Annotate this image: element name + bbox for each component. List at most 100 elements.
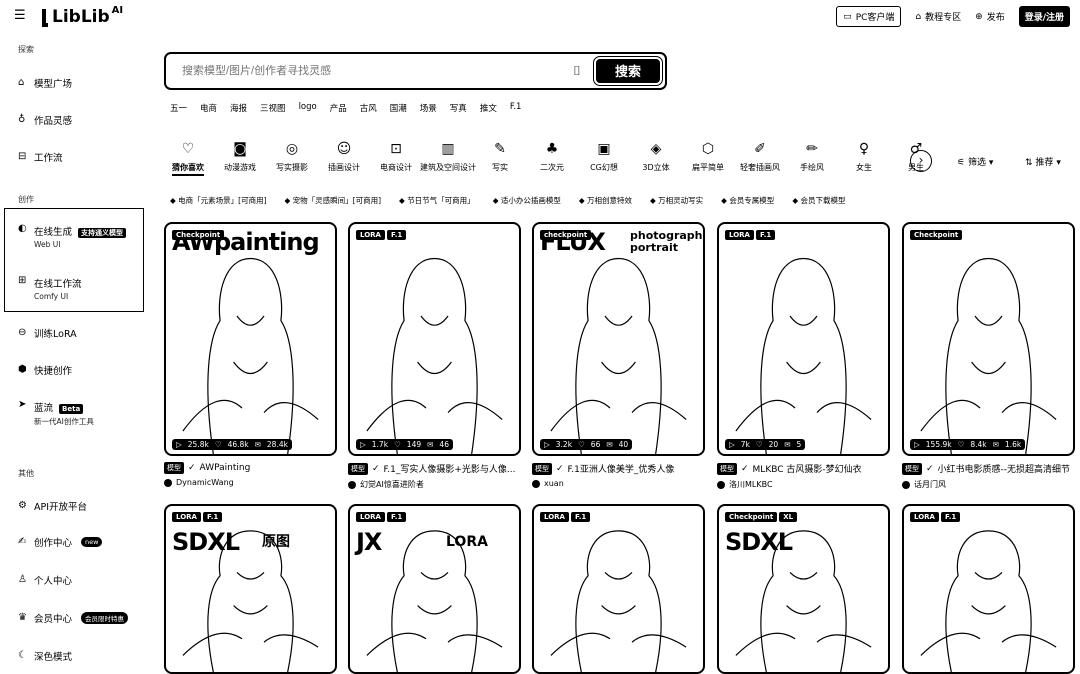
tab-label: 建筑及空间设计 <box>420 163 476 172</box>
tab-category[interactable]: ◙ 动漫游戏 <box>214 142 266 176</box>
tab-category[interactable]: ✎ 写实 <box>474 142 526 176</box>
topic-label: 万相灵动写实 <box>658 196 704 205</box>
topic-link[interactable]: ◆ 万相灵动写实 <box>650 195 703 206</box>
topic-link[interactable]: ◆ 适小办公插画模型 <box>493 195 561 206</box>
search-button[interactable]: 搜索 <box>593 56 663 86</box>
tutorial-link[interactable]: ⌂ 教程专区 <box>915 10 961 24</box>
hot-tag[interactable]: 海报 <box>230 102 247 114</box>
model-card[interactable]: Checkpoint XL SDXL <box>717 504 890 674</box>
chevron-right-icon[interactable]: › <box>910 150 932 172</box>
search-bar: ⌷ 搜索 <box>164 52 667 90</box>
card-title[interactable]: F.1亚洲人像美学_优秀人像 <box>568 462 675 475</box>
topic-link[interactable]: ◆ 电商「元素场景」[可商用] <box>170 195 267 206</box>
tab-category[interactable]: ✏ 手绘风 <box>786 142 838 176</box>
sidebar-item-online-gen[interactable]: ◐ 在线生成 支持通义模型 Web UI <box>18 224 127 249</box>
author-name[interactable]: 洛川MLKBC <box>729 479 773 490</box>
sidebar-item-label: 在线生成 <box>34 227 73 238</box>
model-card[interactable]: LORA F.1 <box>902 504 1075 674</box>
tab-category[interactable]: ◈ 3D立体 <box>630 142 682 176</box>
avatar[interactable] <box>717 480 725 489</box>
tab-category[interactable]: ✐ 轻奢插画风 <box>734 142 786 176</box>
hot-tag[interactable]: 产品 <box>330 102 347 114</box>
hot-tag[interactable]: 写真 <box>450 102 467 114</box>
topic-link[interactable]: ◆ 宠物「灵感瞬间」[可商用] <box>285 195 382 206</box>
sidebar-item-train-lora[interactable]: ⊖ 训练LoRA <box>18 326 77 341</box>
model-card[interactable]: LORA F.1 ▷ 7k ♡ 20 ✉ 5 <box>717 222 890 456</box>
hot-tag[interactable]: 古风 <box>360 102 377 114</box>
topic-link[interactable]: ◆ 会员下载模型 <box>792 195 845 206</box>
sidebar-item-creator-center[interactable]: ✍ 创作中心 new <box>18 535 103 549</box>
avatar[interactable] <box>348 480 356 489</box>
topic-link[interactable]: ◆ 会员专属模型 <box>721 195 774 206</box>
avatar[interactable] <box>902 480 910 489</box>
overlay-title: SDXL <box>725 528 793 556</box>
model-card[interactable]: LORA F.1 SDXL 原图 <box>164 504 337 674</box>
stat-value: 1.6k <box>1004 440 1022 449</box>
tab-label: 动漫游戏 <box>224 163 256 172</box>
avatar[interactable] <box>164 478 172 487</box>
hot-tag[interactable]: F.1 <box>510 102 522 114</box>
topic-link[interactable]: ◆ 节日节气「可商用」 <box>399 195 475 206</box>
sidebar-item-personal[interactable]: ♙ 个人中心 <box>18 573 72 588</box>
author-name[interactable]: DynamicWang <box>176 478 234 487</box>
card-title[interactable]: 小红书电影质感--无损超高清细节 <box>938 462 1071 475</box>
card-title[interactable]: F.1_写实人像摄影+光影与人像... <box>384 462 516 475</box>
hot-tag[interactable]: logo <box>299 102 317 114</box>
search-input[interactable] <box>182 65 562 77</box>
topic-dot-icon: ◆ <box>492 196 501 205</box>
sidebar-item-api[interactable]: ⚙ API开放平台 <box>18 499 87 514</box>
author-name[interactable]: 话月门风 <box>914 479 946 490</box>
tab-category[interactable]: ▥ 建筑及空间设计 <box>420 142 476 176</box>
menu-icon[interactable]: ☰ <box>14 9 26 22</box>
card-title[interactable]: AWPainting <box>200 463 251 473</box>
tab-category[interactable]: ☺ 插画设计 <box>318 142 370 176</box>
pc-client-button[interactable]: ▭ PC客户端 <box>836 6 902 27</box>
publish-button[interactable]: ⊕ 发布 <box>975 10 1005 24</box>
sidebar-item-workflow[interactable]: ⊟ 工作流 <box>18 150 63 165</box>
sidebar-item-quick-create[interactable]: ⬢ 快捷创作 <box>18 363 72 378</box>
camera-icon[interactable]: ⌷ <box>573 64 581 79</box>
hot-tag[interactable]: 五一 <box>170 102 187 114</box>
hot-tag[interactable]: 电商 <box>200 102 217 114</box>
hot-tag[interactable]: 场景 <box>420 102 437 114</box>
topic-link[interactable]: ◆ 万相创意特效 <box>579 195 632 206</box>
hot-tag[interactable]: 国潮 <box>390 102 407 114</box>
check-icon: ✓ <box>188 463 196 473</box>
tab-category[interactable]: ♡ 猜你喜欢 <box>162 142 214 176</box>
model-tags: LORA F.1 <box>540 512 591 522</box>
tab-label: 3D立体 <box>642 163 670 172</box>
sort-button[interactable]: ⇅ 推荐 ▾ <box>1025 155 1061 168</box>
model-card[interactable]: checkpoint FLUX photography portrait ▷ 3.2k ♡… <box>532 222 705 456</box>
tab-category[interactable]: ⊡ 电商设计 <box>370 142 422 176</box>
tab-category[interactable]: ▣ CG幻想 <box>578 142 630 176</box>
tab-category[interactable]: ◎ 写实摄影 <box>266 142 318 176</box>
hot-tag[interactable]: 推文 <box>480 102 497 114</box>
stat-value: 25.8k <box>187 440 209 449</box>
stat-value: 8.4k <box>970 440 987 449</box>
sidebar-item-dark-mode[interactable]: ☾ 深色模式 <box>18 649 72 664</box>
home-icon: ⌂ <box>18 77 25 88</box>
filter-button[interactable]: ⚟ 筛选 ▾ <box>957 155 993 168</box>
author-name[interactable]: xuan <box>544 479 564 488</box>
logo[interactable]: LibLib AI <box>42 5 123 27</box>
sidebar-item-lanliu[interactable]: ➤ 蓝流 Beta 新一代AI创作工具 <box>18 400 94 427</box>
sidebar-item-works[interactable]: ♁ 作品灵感 <box>18 113 72 128</box>
tab-category[interactable]: ♣ 二次元 <box>526 142 578 176</box>
model-card[interactable]: LORA F.1 JX LORA <box>348 504 521 674</box>
sidebar-item-online-workflow[interactable]: ⊞ 在线工作流 Comfy UI <box>18 276 82 302</box>
sidebar-item-member[interactable]: ♛ 会员中心 会员限时特惠 <box>18 611 129 625</box>
tongyi-badge: 支持通义模型 <box>78 228 127 238</box>
model-card[interactable]: LORA F.1 <box>532 504 705 674</box>
author-name[interactable]: 幻觉AI惊喜进阶者 <box>360 479 424 490</box>
model-tags: LORA F.1 <box>910 512 961 522</box>
avatar[interactable] <box>532 479 540 488</box>
hot-tag[interactable]: 三视图 <box>260 102 286 114</box>
model-card[interactable]: LORA F.1 ▷ 1.7k ♡ 149 ✉ 46 <box>348 222 521 456</box>
tab-category[interactable]: ⬡ 扁平简单 <box>682 142 734 176</box>
card-title[interactable]: MLKBC 古风摄影-梦幻仙衣 <box>753 462 862 475</box>
sidebar-item-model-square[interactable]: ⌂ 模型广场 <box>18 76 72 91</box>
model-card[interactable]: Checkpoint AWpainting ▷ 25.8k ♡ 46.8k ✉ 28.4k <box>164 222 337 456</box>
model-card[interactable]: Checkpoint ▷ 155.9k ♡ 8.4k ✉ 1.6k <box>902 222 1075 456</box>
login-button[interactable]: 登录/注册 <box>1018 6 1070 27</box>
tab-category[interactable]: ♀ 女生 <box>838 142 890 176</box>
